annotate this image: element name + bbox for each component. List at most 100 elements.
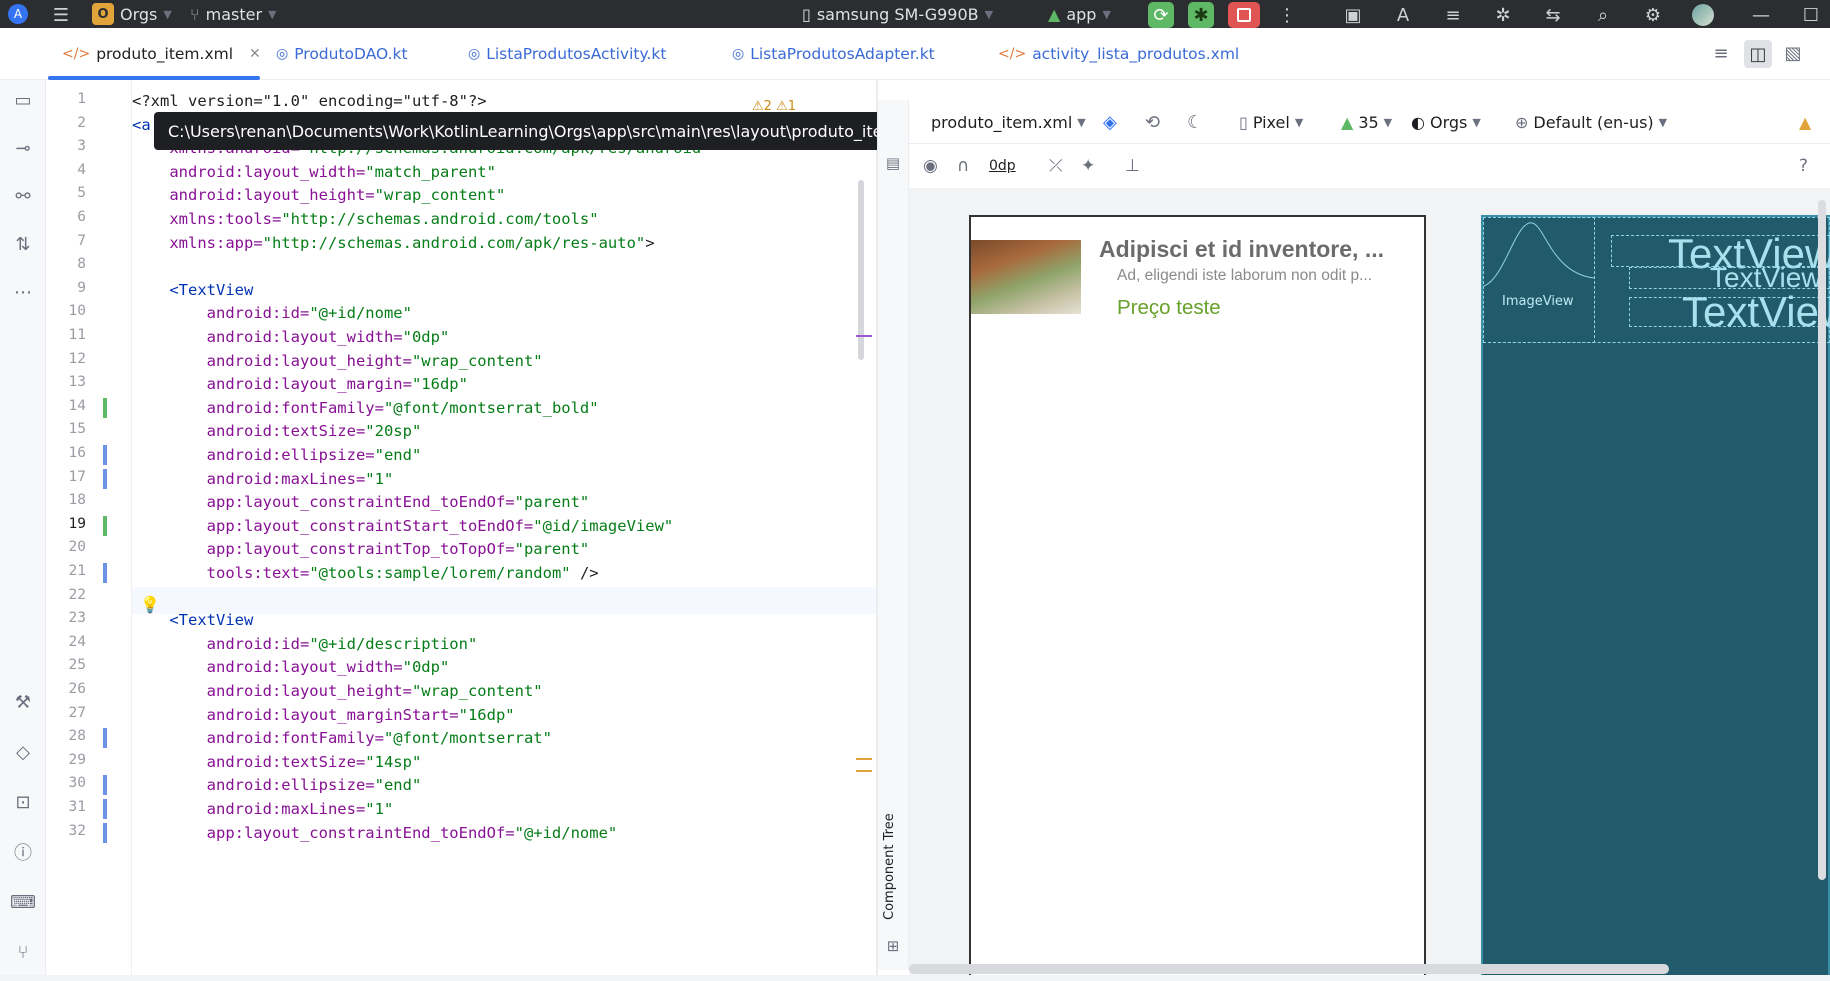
- line-number[interactable]: 7: [46, 233, 86, 249]
- code-line[interactable]: android:id="@+id/description": [132, 634, 478, 654]
- git-icon[interactable]: ⑂: [11, 940, 35, 964]
- line-number[interactable]: 20: [46, 539, 86, 555]
- tab-listaprodutosactivity-kt[interactable]: ◎ ListaProdutosActivity.kt: [468, 28, 666, 80]
- locale-selector[interactable]: ⊕ Default (en-us) ▼: [1515, 100, 1667, 144]
- code-line[interactable]: tools:text="@tools:sample/lorem/random" …: [132, 563, 599, 583]
- orientation-icon[interactable]: ⟲: [1145, 100, 1160, 144]
- commit-icon[interactable]: ⊸: [11, 136, 35, 160]
- line-number[interactable]: 4: [46, 162, 86, 178]
- layout-preview[interactable]: [969, 215, 1426, 981]
- build-hammer-icon[interactable]: ⚒: [11, 690, 35, 714]
- blueprint-textview-description[interactable]: TextView: [1629, 262, 1830, 293]
- stop-button[interactable]: [1228, 2, 1260, 28]
- code-line[interactable]: android:layout_marginStart="16dp": [132, 705, 515, 725]
- line-number[interactable]: 16: [46, 445, 86, 461]
- lightbulb-icon[interactable]: 💡: [140, 595, 160, 614]
- code-line[interactable]: xmlns:app="http://schemas.android.com/ap…: [132, 233, 654, 253]
- line-number[interactable]: 28: [46, 728, 86, 744]
- settings-icon[interactable]: ⚙: [1642, 4, 1664, 26]
- vcs-change-marker[interactable]: [103, 515, 107, 536]
- code-editor[interactable]: <?xml version="1.0" encoding="utf-8"?> <a…: [132, 80, 876, 981]
- theme-selector[interactable]: ◐ Orgs ▼: [1411, 100, 1481, 144]
- vcs-change-marker[interactable]: [103, 468, 107, 489]
- line-number[interactable]: 32: [46, 823, 86, 839]
- translate-icon[interactable]: A: [1392, 4, 1414, 26]
- line-number[interactable]: 9: [46, 280, 86, 296]
- line-number[interactable]: 12: [46, 351, 86, 367]
- more-tools-icon[interactable]: ⋯: [11, 280, 35, 304]
- code-line[interactable]: android:layout_width="match_parent": [132, 162, 496, 182]
- line-number[interactable]: 1: [46, 91, 86, 107]
- guidelines-icon[interactable]: ⊥: [1125, 144, 1140, 188]
- minimize-icon[interactable]: —: [1750, 4, 1772, 26]
- more-actions-icon[interactable]: ⋮: [1276, 4, 1298, 26]
- component-tree-icon[interactable]: ⊞: [882, 935, 904, 957]
- vcs-change-marker[interactable]: [103, 397, 107, 418]
- line-number[interactable]: 21: [46, 563, 86, 579]
- line-number[interactable]: 13: [46, 374, 86, 390]
- code-line[interactable]: android:id="@+id/nome": [132, 303, 412, 323]
- tab-listaprodutosadapter-kt[interactable]: ◎ ListaProdutosAdapter.kt: [732, 28, 935, 80]
- search-icon[interactable]: ⌕: [1592, 4, 1614, 26]
- vcs-change-marker[interactable]: [103, 822, 107, 843]
- code-line[interactable]: android:layout_height="wrap_content": [132, 185, 505, 205]
- design-mode-icon[interactable]: ◈: [1103, 100, 1117, 144]
- line-number[interactable]: 17: [46, 469, 86, 485]
- device-manager-icon[interactable]: ▣: [1342, 4, 1364, 26]
- code-line[interactable]: android:textSize="14sp": [132, 752, 422, 772]
- warning-icon[interactable]: ▲: [1799, 100, 1811, 144]
- line-number[interactable]: 22: [46, 587, 86, 603]
- line-number[interactable]: 26: [46, 681, 86, 697]
- close-icon[interactable]: ✕: [249, 46, 261, 62]
- line-number[interactable]: 31: [46, 799, 86, 815]
- code-line[interactable]: android:layout_height="wrap_content": [132, 351, 543, 371]
- file-selector[interactable]: produto_item.xml ▼: [931, 100, 1086, 144]
- vcs-change-marker[interactable]: [103, 799, 107, 819]
- component-tree-tab[interactable]: Component Tree: [882, 813, 897, 920]
- line-number[interactable]: 29: [46, 752, 86, 768]
- api-level-selector[interactable]: ▲ 35 ▼: [1341, 100, 1392, 144]
- line-number[interactable]: 19: [46, 516, 86, 532]
- tab-activity-lista-produtos-xml[interactable]: </> activity_lista_produtos.xml: [998, 28, 1239, 80]
- app-inspection-icon[interactable]: ⊡: [11, 790, 35, 814]
- code-line[interactable]: android:fontFamily="@font/montserrat": [132, 728, 552, 748]
- main-menu-icon[interactable]: ☰: [50, 4, 72, 26]
- infer-constraints-icon[interactable]: ✦: [1081, 144, 1095, 188]
- gem-icon[interactable]: ◇: [11, 740, 35, 764]
- design-vertical-scrollbar[interactable]: [1818, 200, 1826, 880]
- line-number[interactable]: 5: [46, 185, 86, 201]
- code-line[interactable]: android:layout_width="0dp": [132, 327, 450, 347]
- run-config-selector[interactable]: ▲ app ▼: [1048, 0, 1111, 28]
- clear-constraints-icon[interactable]: ⤫: [1049, 144, 1063, 188]
- branch-selector[interactable]: ⑂ master ▼: [190, 0, 277, 28]
- code-line[interactable]: <a: [132, 115, 151, 135]
- blueprint-imageview[interactable]: ImageView: [1483, 217, 1595, 343]
- code-line[interactable]: app:layout_constraintEnd_toEndOf="parent…: [132, 492, 590, 512]
- bug-icon[interactable]: ✲: [1492, 4, 1514, 26]
- night-mode-icon[interactable]: ☾: [1187, 100, 1203, 144]
- blueprint-textview-price[interactable]: TextView: [1629, 288, 1830, 335]
- line-number[interactable]: 30: [46, 775, 86, 791]
- line-number[interactable]: 8: [46, 256, 86, 272]
- line-number[interactable]: 15: [46, 421, 86, 437]
- project-selector[interactable]: O Orgs ▼: [92, 0, 172, 28]
- line-number[interactable]: 2: [46, 115, 86, 131]
- help-icon[interactable]: ?: [1799, 144, 1808, 188]
- split-view-icon[interactable]: ◫: [1744, 40, 1772, 68]
- code-line[interactable]: <?xml version="1.0" encoding="utf-8"?>: [132, 91, 487, 111]
- tab-produtodao-kt[interactable]: ◎ ProdutoDAO.kt: [276, 28, 408, 80]
- code-line[interactable]: android:maxLines="1": [132, 799, 394, 819]
- design-horizontal-scrollbar[interactable]: [909, 964, 1669, 974]
- code-line[interactable]: android:ellipsize="end": [132, 775, 422, 795]
- line-number[interactable]: 27: [46, 705, 86, 721]
- default-margin-field[interactable]: 0dp: [989, 144, 1016, 188]
- debug-button[interactable]: ✱: [1188, 2, 1214, 28]
- code-line[interactable]: android:layout_margin="16dp": [132, 374, 468, 394]
- android-studio-logo[interactable]: A: [8, 0, 28, 28]
- device-preview-selector[interactable]: ▯ Pixel ▼: [1239, 100, 1303, 144]
- code-line[interactable]: android:fontFamily="@font/montserrat_bol…: [132, 398, 599, 418]
- design-view-icon[interactable]: ▧: [1782, 42, 1804, 64]
- resource-manager-icon[interactable]: ⚯: [11, 184, 35, 208]
- vcs-change-marker[interactable]: [103, 775, 107, 796]
- code-line[interactable]: android:textSize="20sp": [132, 421, 422, 441]
